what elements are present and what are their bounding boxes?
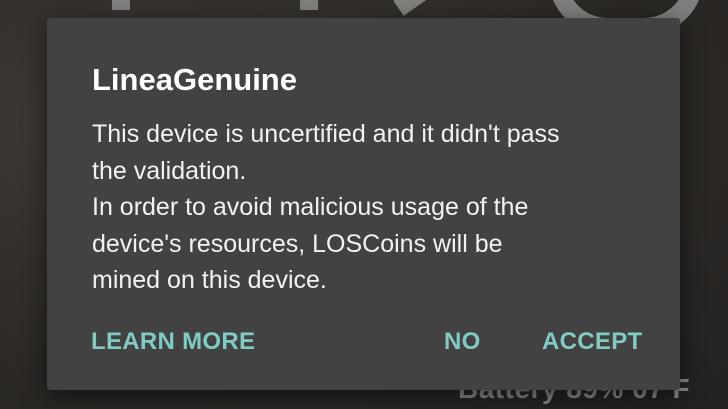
no-button[interactable]: NO [444, 322, 481, 362]
dialog-actions: LEARN MORE NO ACCEPT [47, 322, 680, 362]
clock-digit-shape [112, 0, 130, 10]
dialog-title: LineaGenuine [92, 62, 297, 97]
dialog-message-line: In order to avoid malicious usage of the [92, 193, 529, 222]
dialog-message-line: mined on this device. [92, 266, 327, 295]
dialog-message-line: device's resources, LOSCoins will be [92, 229, 503, 258]
learn-more-button[interactable]: LEARN MORE [91, 322, 255, 362]
dialog-message: This device is uncertified and it didn't… [92, 116, 652, 299]
alert-dialog: LineaGenuine This device is uncertified … [47, 18, 680, 390]
dialog-message-line: This device is uncertified and it didn't… [92, 120, 560, 148]
accept-button[interactable]: ACCEPT [542, 322, 642, 362]
clock-digit-shape [300, 0, 318, 10]
dialog-message-line: the validation. [92, 156, 247, 185]
